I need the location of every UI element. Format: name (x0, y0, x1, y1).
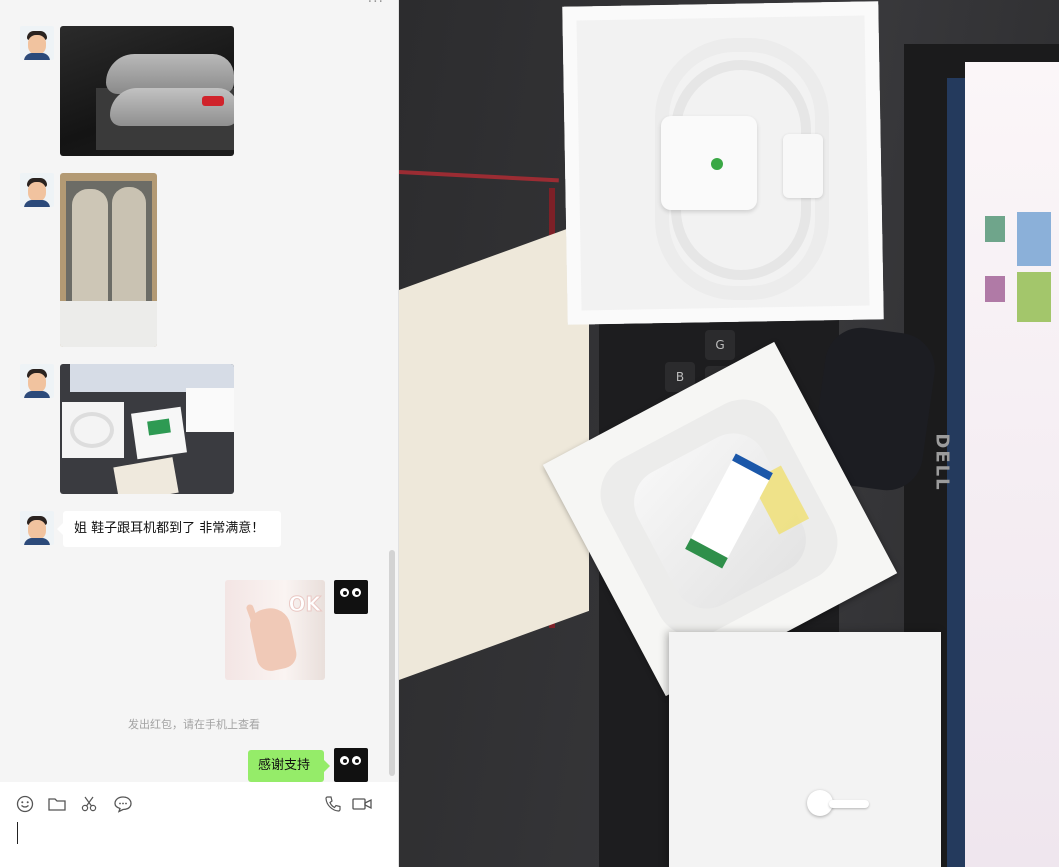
image-message-shoebox[interactable] (60, 173, 157, 347)
chat-bubble-icon[interactable] (112, 793, 134, 815)
earbud-print (829, 800, 869, 808)
folder-icon[interactable] (46, 793, 68, 815)
scissors-icon[interactable] (79, 793, 101, 815)
phone-icon[interactable] (322, 793, 344, 815)
earphone-box (669, 632, 941, 867)
video-icon[interactable] (351, 793, 373, 815)
message-input-area[interactable] (0, 782, 398, 867)
message-text: 感谢支持 (258, 758, 311, 773)
charger-connector (661, 116, 757, 210)
contact-avatar[interactable] (20, 26, 54, 60)
message-text: 姐 鞋子跟耳机都到了 非常满意！ (74, 521, 265, 536)
screen-thumbnail (1017, 212, 1051, 266)
cardboard-insert (399, 220, 589, 681)
text-message-self[interactable]: 感谢支持 (248, 750, 330, 782)
photo-preview: G B H N DELL (399, 0, 1059, 867)
screen-thumbnail (985, 276, 1005, 302)
contact-avatar[interactable] (20, 364, 54, 398)
screen-thumbnail (985, 216, 1005, 242)
text-message-contact[interactable]: 姐 鞋子跟耳机都到了 非常满意！ (57, 511, 281, 547)
cable-plug (783, 134, 823, 198)
sticker-message-ok[interactable]: OK (225, 580, 325, 680)
monitor-brand: DELL (931, 433, 953, 492)
image-message-earphone-boxes[interactable] (60, 364, 234, 494)
chat-panel: ··· 姐 鞋子跟耳机都到了 非常满意！ OK 发出红包，请在手机上查看 感谢支… (0, 0, 398, 867)
charger-indicator (711, 158, 723, 170)
self-avatar[interactable] (334, 580, 368, 614)
emoji-icon[interactable] (14, 793, 36, 815)
contact-avatar[interactable] (20, 173, 54, 207)
keyboard-key: G (705, 330, 735, 360)
sticker-text: OK (288, 592, 321, 617)
monitor-screen (965, 62, 1059, 867)
screen-thumbnail (1017, 272, 1051, 322)
chat-scrollbar[interactable] (389, 550, 395, 776)
system-note: 发出红包，请在手机上查看 (128, 718, 260, 731)
contact-avatar[interactable] (20, 511, 54, 545)
message-list[interactable]: 姐 鞋子跟耳机都到了 非常满意！ OK 发出红包，请在手机上查看 感谢支持 (0, 0, 398, 782)
self-avatar[interactable] (334, 748, 368, 782)
text-cursor[interactable] (17, 822, 18, 844)
image-message-shoes[interactable] (60, 26, 234, 156)
